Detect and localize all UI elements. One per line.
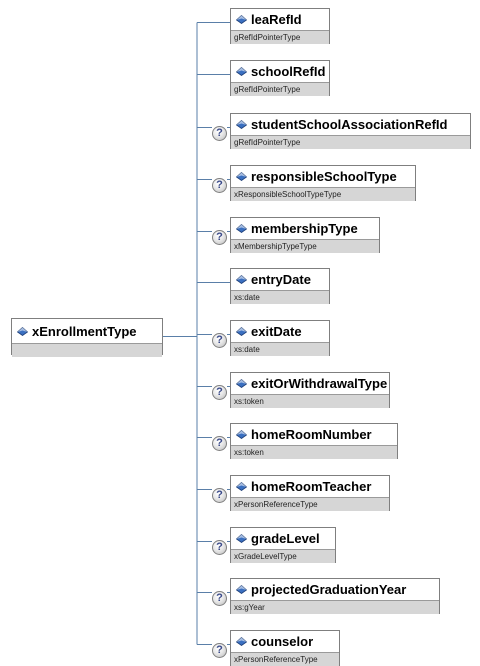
- child-element-box[interactable]: homeRoomTeacher xPersonReferenceType: [230, 475, 390, 511]
- optional-question-icon: ?: [212, 488, 227, 503]
- element-diamond-icon: [236, 172, 247, 181]
- child-element-box[interactable]: responsibleSchoolType xResponsibleSchoolT…: [230, 165, 416, 201]
- element-type: xs:token: [231, 394, 389, 408]
- element-type: gRefIdPointerType: [231, 135, 470, 149]
- root-element-name: xEnrollmentType: [32, 323, 137, 339]
- element-name: leaRefId: [251, 12, 302, 27]
- element-type: gRefIdPointerType: [231, 30, 329, 44]
- root-element-box[interactable]: xEnrollmentType: [11, 318, 163, 357]
- child-element-box[interactable]: gradeLevel xGradeLevelType: [230, 527, 336, 563]
- element-type: xPersonReferenceType: [231, 497, 389, 511]
- optional-question-icon: ?: [212, 643, 227, 658]
- optional-question-icon: ?: [212, 126, 227, 141]
- element-diamond-icon: [236, 379, 247, 388]
- element-type: xs:token: [231, 445, 397, 459]
- optional-question-icon: ?: [212, 385, 227, 400]
- element-diamond-icon: [236, 637, 247, 646]
- element-diamond-icon: [236, 585, 247, 594]
- optional-question-icon: ?: [212, 591, 227, 606]
- optional-question-icon: ?: [212, 230, 227, 245]
- element-name: exitOrWithdrawalType: [251, 376, 388, 391]
- child-element-box[interactable]: projectedGraduationYear xs:gYear: [230, 578, 440, 614]
- element-diamond-icon: [236, 327, 247, 336]
- optional-question-icon: ?: [212, 333, 227, 348]
- element-name: schoolRefId: [251, 64, 326, 79]
- element-type: xResponsibleSchoolTypeType: [231, 187, 415, 201]
- element-diamond-icon: [236, 224, 247, 233]
- element-diamond-icon: [236, 430, 247, 439]
- element-name: projectedGraduationYear: [251, 582, 407, 597]
- element-diamond-icon: [17, 326, 28, 336]
- child-element-box[interactable]: homeRoomNumber xs:token: [230, 423, 398, 459]
- child-element-box[interactable]: exitDate xs:date: [230, 320, 330, 356]
- element-name: counselor: [251, 634, 314, 649]
- element-type: xGradeLevelType: [231, 549, 335, 563]
- element-name: membershipType: [251, 221, 358, 236]
- element-type: xMembershipTypeType: [231, 239, 379, 253]
- element-name: responsibleSchoolType: [251, 169, 397, 184]
- element-diamond-icon: [236, 120, 247, 129]
- element-name: homeRoomTeacher: [251, 479, 372, 494]
- element-diamond-icon: [236, 482, 247, 491]
- element-diamond-icon: [236, 275, 247, 284]
- element-name: gradeLevel: [251, 531, 320, 546]
- child-element-box[interactable]: schoolRefId gRefIdPointerType: [230, 60, 330, 96]
- child-element-box[interactable]: membershipType xMembershipTypeType: [230, 217, 380, 253]
- child-element-box[interactable]: studentSchoolAssociationRefId gRefIdPoint…: [230, 113, 471, 149]
- element-type: gRefIdPointerType: [231, 82, 329, 96]
- element-name: entryDate: [251, 272, 311, 287]
- element-diamond-icon: [236, 15, 247, 24]
- child-element-box[interactable]: exitOrWithdrawalType xs:token: [230, 372, 390, 408]
- element-type: xs:date: [231, 342, 329, 356]
- element-diamond-icon: [236, 534, 247, 543]
- child-element-box[interactable]: entryDate xs:date: [230, 268, 330, 304]
- element-name: studentSchoolAssociationRefId: [251, 117, 448, 132]
- root-type-bar: [12, 343, 162, 357]
- element-name: homeRoomNumber: [251, 427, 372, 442]
- element-name: exitDate: [251, 324, 302, 339]
- optional-question-icon: ?: [212, 436, 227, 451]
- element-type: xs:gYear: [231, 600, 439, 614]
- element-type: xs:date: [231, 290, 329, 304]
- element-type: xPersonReferenceType: [231, 652, 339, 666]
- optional-question-icon: ?: [212, 178, 227, 193]
- child-element-box[interactable]: leaRefId gRefIdPointerType: [230, 8, 330, 44]
- element-diamond-icon: [236, 67, 247, 76]
- optional-question-icon: ?: [212, 540, 227, 555]
